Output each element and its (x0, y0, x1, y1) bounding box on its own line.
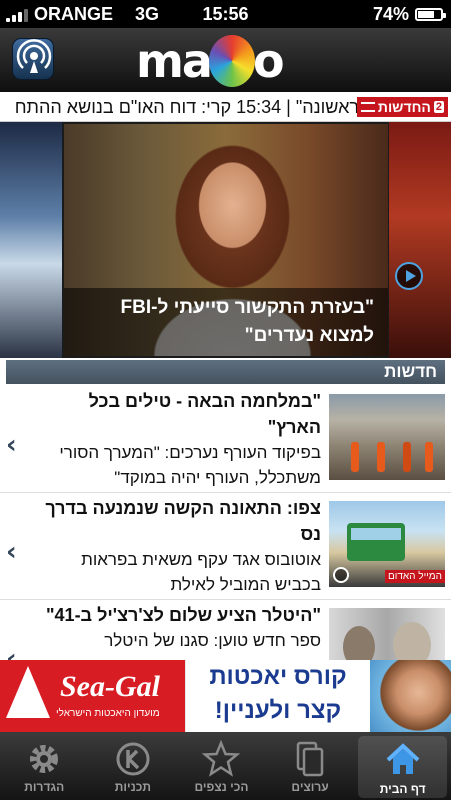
tab-label: תכניות (114, 780, 152, 794)
list-item[interactable]: ‹ צפו: התאונה הקשה שנמנעה בדרך נס אוטובו… (0, 493, 451, 600)
k-logo-icon (116, 742, 150, 776)
broadcast-icon (16, 39, 52, 73)
home-icon (386, 743, 420, 774)
tab-label: הגדרות (24, 780, 65, 794)
list-item[interactable]: ‹ "היטלר הציע שלום לצ'רצ'יל ב-41" ספר חד… (0, 600, 451, 660)
news-ticker[interactable]: ראשונה" | 15:34 קרי: דוח האו"ם בנושא ההת… (0, 92, 451, 122)
hero-caption[interactable]: "בעזרת התקשור סייעתי ל-FBI למצוא נעדרים" (64, 288, 388, 356)
battery-percent: 74% (372, 4, 409, 24)
article-headline: צפו: התאונה הקשה שנמנעה בדרך נס (45, 498, 321, 544)
news-section-header: חדשות (0, 358, 451, 386)
ticker-badge: 2 החדשות (356, 97, 448, 117)
article-headline: "היטלר הציע שלום לצ'רצ'יל ב-41" (45, 605, 321, 625)
ticker-badge-label: החדשות (377, 99, 431, 115)
prev-slide-preview[interactable] (0, 122, 62, 358)
live-broadcast-button[interactable] (12, 38, 54, 80)
article-thumbnail: המייל האדום (329, 501, 445, 587)
ad-line-2: קצר ולעניין! (214, 697, 342, 724)
ad-banner[interactable]: Sea-Gal מועדון היאכטות הישראלי קורס יאכט… (0, 660, 451, 732)
section-title: חדשות (6, 360, 445, 384)
mako-logo[interactable]: ma o (136, 34, 285, 88)
channels-icon (296, 741, 324, 777)
article-list: ‹ "במלחמה הבאה - טילים בכל הארץ" בפיקוד … (0, 386, 451, 660)
article-summary: בפיקוד העורף נערכים: "המערך הסורי משתכלל… (59, 443, 321, 487)
article-summary: ספר חדש טוען: סגנו של היטלר (104, 631, 321, 650)
ticker-text: ראשונה" | 15:34 קרי: דוח האו"ם בנושא ההת… (14, 97, 359, 117)
tab-home[interactable]: דף הבית (358, 736, 447, 798)
tab-label: דף הבית (379, 782, 426, 796)
chevron-left-icon: ‹ (6, 430, 17, 460)
channel-number: 2 (433, 101, 444, 113)
next-slide-preview[interactable] (389, 122, 451, 358)
article-headline: "במלחמה הבאה - טילים בכל הארץ" (88, 391, 321, 437)
hero-carousel[interactable]: "בעזרת התקשור סייעתי ל-FBI למצוא נעדרים" (0, 122, 451, 358)
tab-channels[interactable]: ערוצים (266, 732, 355, 800)
logo-ball-icon (208, 35, 255, 87)
tab-label: הכי נצפים (194, 780, 249, 794)
gear-icon (30, 745, 59, 773)
ad-brand-panel: Sea-Gal מועדון היאכטות הישראלי (0, 660, 185, 732)
article-thumbnail (329, 608, 445, 660)
play-icon (333, 567, 349, 583)
article-thumbnail (329, 394, 445, 480)
tab-settings[interactable]: הגדרות (0, 732, 89, 800)
ad-copy: קורס יאכטות קצר ולעניין! (186, 660, 370, 732)
video-tag: המייל האדום (384, 570, 445, 583)
tab-bar: הגדרות תכניות הכי נצפים ערוצים דף הבית (0, 732, 451, 800)
star-icon (202, 740, 241, 777)
list-item[interactable]: ‹ "במלחמה הבאה - טילים בכל הארץ" בפיקוד … (0, 386, 451, 493)
tab-most-viewed[interactable]: הכי נצפים (177, 732, 266, 800)
ad-brand: Sea-Gal (60, 670, 160, 703)
ad-brand-sub: מועדון היאכטות הישראלי (56, 708, 160, 719)
chevron-left-icon: ‹ (6, 537, 17, 567)
menu-lines-icon (360, 102, 375, 112)
chevron-left-icon: ‹ (6, 644, 17, 660)
battery-icon (415, 8, 446, 21)
article-summary: אוטובוס אגד עקף משאית בפראות בכביש המובי… (81, 550, 321, 594)
ad-line-1: קורס יאכטות (209, 663, 347, 690)
tab-programs[interactable]: תכניות (89, 732, 178, 800)
tab-label: ערוצים (291, 780, 329, 794)
sailboat-icon (6, 666, 50, 718)
app-header: ma o (0, 28, 451, 92)
ad-photo (370, 660, 451, 732)
play-icon[interactable] (395, 262, 423, 290)
status-bar: ORANGE 3G 15:56 74% (0, 0, 451, 28)
